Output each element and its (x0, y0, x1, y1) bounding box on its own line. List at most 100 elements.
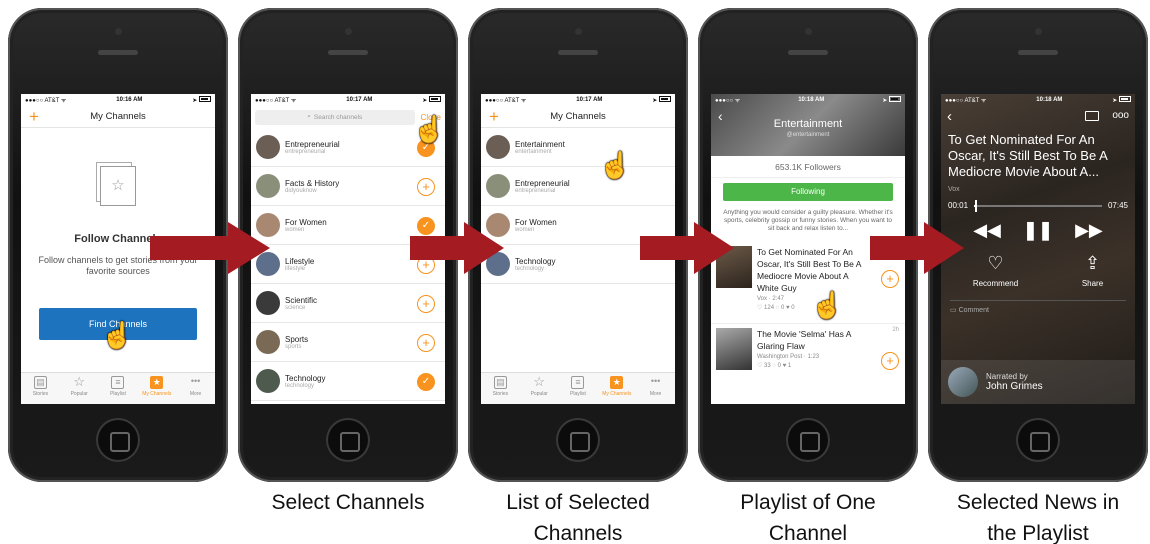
channel-avatar (256, 330, 280, 354)
tab-my-channels[interactable]: ★ My Channels (597, 373, 636, 404)
home-button[interactable] (96, 418, 140, 462)
more-icon: ••• (190, 376, 201, 386)
tab-playlist[interactable]: ≡ Playlist (559, 373, 598, 404)
rewind-icon[interactable]: ◀◀ (973, 220, 1001, 241)
channel-handle: women (285, 226, 305, 233)
channel-handle: @entertainment (786, 132, 830, 138)
tab-more[interactable]: ••• More (636, 373, 675, 404)
caption-selected-news: Selected News in the Playlist (956, 491, 1120, 544)
speaker (98, 50, 138, 55)
tab-my-channels[interactable]: ★ My Channels (137, 373, 176, 404)
channel-name: Entertainment (515, 139, 565, 149)
home-button[interactable] (1016, 418, 1060, 462)
follow-plus-icon[interactable]: + (417, 334, 435, 352)
narrator-bar: Narrated by John Grimes (941, 360, 1135, 404)
camera (1035, 28, 1042, 35)
carrier: ●●●○○ ᯤ (715, 98, 741, 104)
following-button[interactable]: Following (723, 183, 893, 201)
camera (115, 28, 122, 35)
follow-plus-icon[interactable]: + (417, 295, 435, 313)
nav-bar: + My Channels (481, 106, 675, 128)
channel-avatar (256, 369, 280, 393)
stories-icon: ▤ (33, 376, 47, 389)
channel-handle: entrepreneurial (515, 187, 556, 194)
flow-arrow (870, 222, 964, 274)
channel-avatar (486, 174, 510, 198)
channel-row[interactable]: Technology technology ✓ (251, 362, 445, 401)
elapsed-time: 00:01 (948, 201, 969, 210)
channel-row[interactable]: Facts & History didyouknow + (251, 167, 445, 206)
progress-knob[interactable] (975, 199, 978, 212)
progress-row: 00:01 07:45 (941, 193, 1135, 212)
tab-stories[interactable]: ▤ Stories (481, 373, 520, 404)
tap-hand-icon: ☝ (413, 114, 445, 144)
playback-controls: ◀◀ ❚❚ ▶▶ (941, 220, 1135, 241)
story-stats: ♡ 33 ◌ 0 ♥ 1 (757, 363, 792, 369)
channel-name: Entrepreneurial (515, 178, 570, 188)
more-icon[interactable]: ooo (1112, 110, 1129, 121)
add-to-playlist-button[interactable]: + (881, 352, 899, 370)
tab-popular[interactable]: ☆ Popular (520, 373, 559, 404)
follow-plus-icon[interactable]: + (417, 178, 435, 196)
tab-popular[interactable]: ☆ Popular (60, 373, 99, 404)
channel-row[interactable]: Entertainment entertainment (481, 128, 675, 167)
tab-playlist[interactable]: ≡ Playlist (99, 373, 138, 404)
fast-forward-icon[interactable]: ▶▶ (1075, 220, 1103, 241)
status-bar: ●●●○○ AT&T ᯤ 10:17 AM ➤ (481, 94, 675, 106)
home-button[interactable] (786, 418, 830, 462)
follower-count: 653.1K Followers (711, 156, 905, 178)
channel-handle: science (285, 304, 306, 311)
channel-name: For Women (515, 217, 557, 227)
home-button[interactable] (326, 418, 370, 462)
tab-more[interactable]: ••• More (176, 373, 215, 404)
story-title: To Get Nominated For An Oscar, It's Stil… (948, 132, 1108, 179)
channel-row[interactable]: Scientific science + (251, 284, 445, 323)
channel-handle: sports (285, 343, 302, 350)
channel-name: Lifestyle (285, 256, 315, 266)
status-bar: ●●●○○ AT&T ᯤ 10:17 AM ➤ (251, 94, 445, 106)
screen: ●●●○○ AT&T ᯤ 10:18 AM ➤ ‹ ooo To Get Nom… (941, 94, 1135, 404)
channel-avatar (256, 291, 280, 315)
camera (805, 28, 812, 35)
pause-icon[interactable]: ❚❚ (1023, 220, 1053, 241)
story-item[interactable]: The Movie 'Selma' Has A Glaring Flaw Was… (711, 324, 905, 404)
star-card-icon: ☆ (100, 166, 136, 206)
add-icon[interactable]: + (489, 107, 499, 127)
channel-row[interactable]: Entrepreneurial entrepreneurial (481, 167, 675, 206)
add-icon[interactable]: + (29, 107, 39, 127)
narrator-avatar (948, 367, 978, 397)
camera (345, 28, 352, 35)
flow-arrow (410, 222, 504, 274)
speaker (1018, 50, 1058, 55)
status-bar: ●●●○○ ᯤ 10:18 AM ➤ (711, 94, 905, 106)
progress-bar[interactable] (974, 199, 1102, 212)
comment-button[interactable]: ▭ Comment (950, 300, 1126, 314)
clock: 10:17 AM (576, 97, 603, 103)
caption-select-channels: Select Channels (271, 491, 425, 514)
channel-name: Sports (285, 334, 309, 344)
carrier: ●●●○○ AT&T ᯤ (945, 98, 987, 104)
tap-hand-icon: ☝ (599, 150, 632, 180)
channel-name: For Women (285, 217, 327, 227)
total-duration: 07:45 (1107, 201, 1128, 210)
recommend-button[interactable]: ♡ Recommend (973, 253, 1018, 288)
followed-check-icon[interactable]: ✓ (417, 373, 435, 391)
cast-icon[interactable] (1085, 111, 1099, 121)
battery-icon: ➤ (192, 96, 211, 104)
battery-icon: ➤ (422, 96, 441, 104)
stories-icon: ▤ (493, 376, 507, 389)
channel-row[interactable]: Sports sports + (251, 323, 445, 362)
back-icon[interactable]: ‹ (947, 108, 952, 125)
channel-header: ●●●○○ ᯤ 10:18 AM ➤ ‹ Entertainment @ente… (711, 94, 905, 156)
flow-arrow (640, 222, 734, 274)
clock: 10:18 AM (1036, 97, 1063, 103)
tap-hand-icon: ☝ (811, 290, 844, 320)
share-button[interactable]: ⇪ Share (1082, 253, 1103, 288)
tab-stories[interactable]: ▤ Stories (21, 373, 60, 404)
search-input[interactable]: ⌕ Search channels (255, 109, 415, 125)
story-thumbnail (716, 328, 752, 370)
carrier: ●●●○○ AT&T ᯤ (255, 98, 297, 104)
story-age: 2h (892, 327, 899, 333)
channel-handle: women (515, 226, 535, 233)
home-button[interactable] (556, 418, 600, 462)
